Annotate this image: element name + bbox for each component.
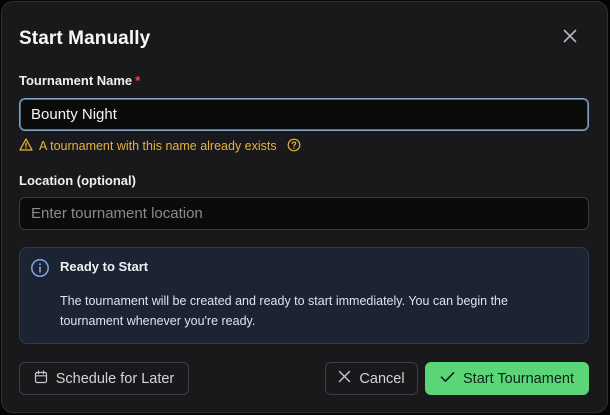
close-icon <box>563 29 577 48</box>
ready-info-box: Ready to Start The tournament will be cr… <box>19 247 589 344</box>
check-icon <box>440 371 455 387</box>
x-icon <box>338 370 351 387</box>
location-input[interactable] <box>19 197 589 230</box>
info-icon <box>30 258 50 283</box>
dialog-title: Start Manually <box>19 28 151 49</box>
tournament-name-input[interactable] <box>19 98 589 131</box>
tournament-name-label: Tournament Name * <box>19 73 140 88</box>
info-body: The tournament will be created and ready… <box>60 294 508 328</box>
cancel-button[interactable]: Cancel <box>325 362 418 395</box>
schedule-for-later-button[interactable]: Schedule for Later <box>19 362 189 395</box>
start-manually-dialog: Start Manually Tournament Name* A tourna… <box>1 1 608 413</box>
info-title: Ready to Start <box>60 259 149 274</box>
tournament-name-label-text: Tournament Name <box>19 73 133 88</box>
calendar-icon <box>34 369 48 388</box>
start-tournament-button[interactable]: Start Tournament <box>425 362 589 395</box>
warning-text: A tournament with this name already exis… <box>39 139 277 153</box>
help-circle-icon[interactable] <box>287 138 301 155</box>
cancel-label: Cancel <box>359 370 405 387</box>
location-label: Location (optional) <box>19 173 136 188</box>
start-label: Start Tournament <box>463 370 574 387</box>
close-button[interactable] <box>559 27 581 49</box>
name-exists-warning: A tournament with this name already exis… <box>19 138 301 154</box>
required-marker: * <box>135 73 141 88</box>
schedule-label: Schedule for Later <box>55 370 175 387</box>
warning-triangle-icon <box>19 138 33 154</box>
